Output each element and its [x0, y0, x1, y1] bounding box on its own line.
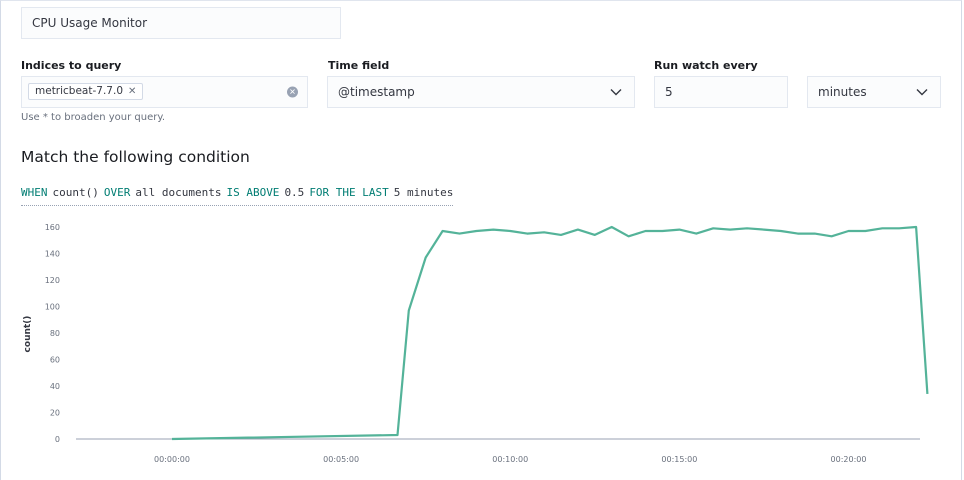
count-line-chart: 020406080100120140160 00:00:00 00:05:00 00…	[23, 223, 929, 464]
y-axis: 0 20 40 60 80 100 120 140 160	[45, 223, 60, 444]
series-group	[171, 225, 929, 441]
y-tick-label: 80	[50, 329, 60, 338]
x-axis: 00:00:00 00:05:00 00:10:00 00:15:00 00:20:00	[76, 438, 920, 464]
series-line	[171, 225, 929, 441]
y-axis-label: count()	[23, 316, 33, 353]
x-tick-label: 00:00:00	[154, 455, 190, 464]
y-tick-label: 120	[45, 276, 60, 285]
y-tick-label: 60	[50, 356, 60, 365]
x-tick-label: 00:05:00	[323, 455, 359, 464]
y-tick-label: 160	[45, 223, 60, 232]
y-tick-label: 20	[50, 409, 60, 418]
y-tick-label: 0	[55, 435, 60, 444]
y-tick-label: 100	[45, 303, 60, 312]
x-tick-label: 00:20:00	[831, 455, 867, 464]
y-tick-label: 40	[50, 382, 60, 391]
x-tick-label: 00:10:00	[492, 455, 528, 464]
x-tick-label: 00:15:00	[661, 455, 697, 464]
y-tick-label: 140	[45, 250, 60, 259]
